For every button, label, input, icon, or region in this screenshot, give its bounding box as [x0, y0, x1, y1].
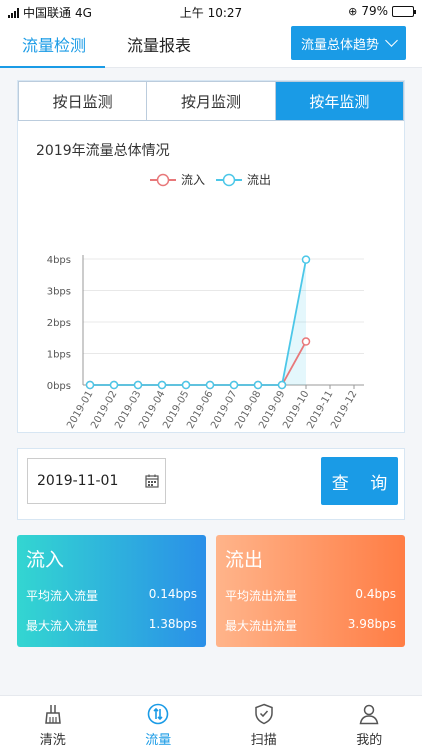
data-point-1: [181, 380, 191, 390]
outflow-avg-value: 0.4bps: [355, 587, 396, 601]
data-point-1: [85, 380, 95, 390]
legend-label-0: 流入: [181, 173, 205, 187]
trend-dropdown-label: 流量总体趋势: [300, 37, 379, 53]
tabbar-label-mine: 我的: [356, 733, 383, 748]
tabbar-label-scan: 扫描: [250, 733, 277, 748]
tabbar-label-clean: 清洗: [39, 733, 66, 748]
data-point-1: [229, 380, 239, 390]
query-card: 2019-11-01 查 询: [17, 448, 405, 520]
trend-dropdown[interactable]: 流量总体趋势: [291, 26, 406, 60]
outflow-max-value: 3.98bps: [347, 617, 396, 631]
bottom-tab-bar: 清洗 流量 扫描 我的: [0, 695, 422, 750]
tabbar-label-traffic: 流量: [145, 733, 172, 748]
status-right: ⊕ 79%: [348, 4, 416, 18]
data-point-1: [109, 380, 119, 390]
tab-traffic-report[interactable]: 流量报表: [127, 32, 191, 56]
calendar-icon: [145, 474, 159, 488]
inflow-title: 流入: [26, 549, 65, 571]
tab-traffic-detection[interactable]: 流量检测: [22, 32, 86, 56]
tab-yearly[interactable]: 按年监测: [275, 82, 403, 120]
rotation-lock-icon: ⊕: [348, 4, 358, 18]
series-line-0: [90, 341, 307, 386]
chart-card: 按日监测 按月监测 按年监测 2019年流量总体情况 流入 流出 0bps 1bps 2b…: [17, 80, 405, 433]
battery-icon: [392, 5, 416, 17]
inflow-max-value: 1.38bps: [148, 617, 197, 631]
inflow-max-row: 最大流入流量 1.38bps: [26, 617, 197, 634]
legend-label-1: 流出: [247, 173, 271, 187]
legend-marker-1: [222, 173, 236, 187]
traffic-icon: [147, 703, 169, 725]
top-header: 流量检测 流量报表 流量总体趋势: [0, 22, 422, 68]
y-tick-label: 3bps: [47, 287, 71, 298]
active-tab-underline: [0, 66, 105, 68]
data-point-1: [157, 380, 167, 390]
outflow-avg-label: 平均流出流量: [225, 589, 298, 603]
data-point-1: [133, 380, 143, 390]
y-tick-label: 2bps: [47, 318, 71, 329]
tabbar-item-clean[interactable]: 清洗: [0, 696, 106, 750]
date-value: 2019-11-01: [37, 473, 119, 489]
status-bar: 中国联通 4G 上午 10:27 ⊕ 79%: [0, 0, 422, 22]
outflow-avg-row: 平均流出流量 0.4bps: [225, 587, 396, 604]
query-button[interactable]: 查 询: [321, 457, 398, 505]
data-point-1: [277, 380, 287, 390]
traffic-line-chart: 2019年流量总体情况流入 流出0bps1bps2bps3bps4bps2019-…: [36, 143, 364, 431]
tab-daily[interactable]: 按日监测: [19, 82, 148, 120]
battery-percent: 79%: [361, 4, 388, 18]
y-tick-label: 0bps: [47, 381, 71, 392]
data-point-1: [205, 380, 215, 390]
broom-icon: [44, 705, 61, 724]
data-point-1: [301, 255, 311, 264]
inflow-avg-row: 平均流入流量 0.14bps: [26, 587, 197, 604]
date-input[interactable]: 2019-11-01: [27, 458, 166, 504]
y-tick-label: 4bps: [47, 255, 71, 266]
outflow-stat-card: 流出 平均流出流量 0.4bps 最大流出流量 3.98bps: [216, 535, 405, 647]
tab-monthly[interactable]: 按月监测: [147, 82, 276, 120]
user-icon: [359, 704, 379, 725]
inflow-avg-label: 平均流入流量: [26, 589, 99, 603]
outflow-title: 流出: [225, 549, 264, 571]
data-point-1: [253, 380, 263, 390]
y-tick-label: 1bps: [47, 350, 71, 361]
outflow-max-row: 最大流出流量 3.98bps: [225, 617, 396, 634]
tabbar-item-scan[interactable]: 扫描: [211, 696, 317, 750]
tabbar-item-mine[interactable]: 我的: [317, 696, 422, 750]
data-point-0: [301, 337, 311, 346]
inflow-max-label: 最大流入流量: [26, 619, 99, 633]
inflow-avg-value: 0.14bps: [148, 587, 197, 601]
period-segmented-control: 按日监测 按月监测 按年监测: [18, 81, 404, 121]
shield-check-icon: [255, 703, 273, 725]
inflow-stat-card: 流入 平均流入流量 0.14bps 最大流入流量 1.38bps: [17, 535, 206, 647]
tabbar-item-traffic[interactable]: 流量: [106, 696, 212, 750]
outflow-max-label: 最大流出流量: [225, 619, 298, 633]
chart-title: 2019年流量总体情况: [36, 143, 170, 159]
legend-marker-0: [156, 173, 170, 187]
chevron-down-icon: [385, 34, 398, 47]
